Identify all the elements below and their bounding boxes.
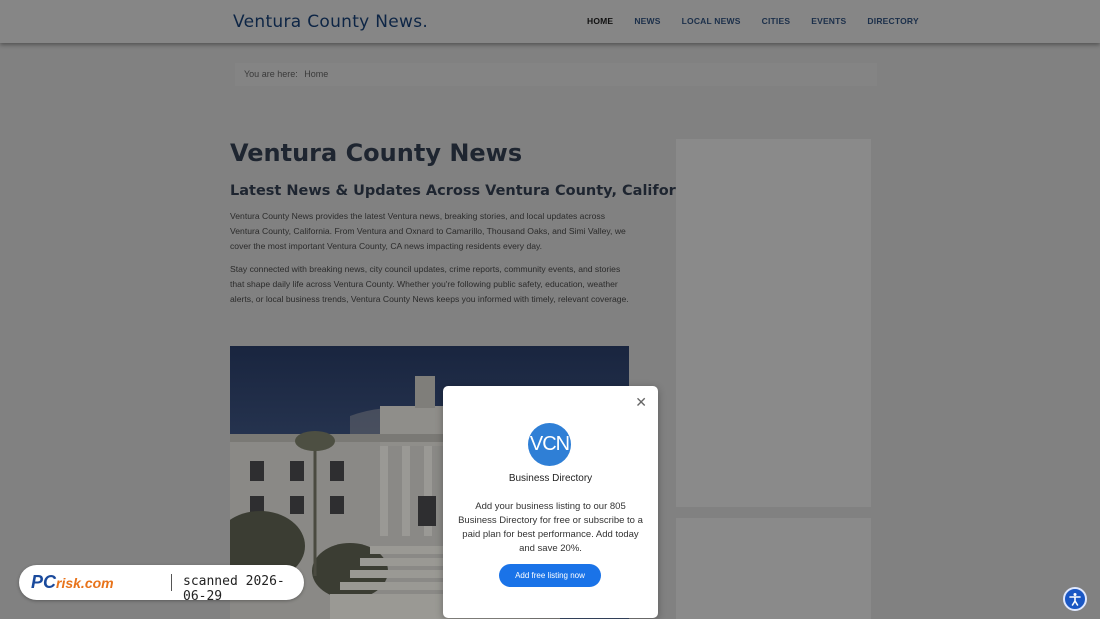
pcrisk-logo-suffix: risk.com	[56, 575, 114, 591]
page-subtitle: Latest News & Updates Across Ventura Cou…	[230, 183, 701, 199]
breadcrumb-home-link[interactable]: Home	[304, 69, 328, 79]
pcrisk-logo: PCrisk.com	[31, 572, 114, 593]
sidebar-ad-slot-top	[676, 139, 871, 507]
pcrisk-logo-brand: PC	[31, 572, 57, 592]
nav-news[interactable]: NEWS	[634, 16, 660, 26]
nav-cities[interactable]: CITIES	[762, 16, 791, 26]
intro-paragraph: Ventura County News provides the latest …	[230, 211, 626, 251]
nav-local-news[interactable]: LOCAL NEWS	[682, 16, 741, 26]
breadcrumb: You are here: Home	[235, 63, 877, 86]
second-paragraph: Stay connected with breaking news, city …	[230, 264, 629, 304]
business-directory-modal: ✕ VCN Business Directory Add your busine…	[443, 386, 658, 618]
page-title: Ventura County News	[230, 139, 523, 167]
nav-events[interactable]: EVENTS	[811, 16, 846, 26]
close-icon[interactable]: ✕	[635, 394, 647, 411]
vcn-logo: VCN	[528, 423, 571, 466]
sidebar-ad-slot-bottom	[676, 518, 871, 619]
breadcrumb-prefix: You are here:	[244, 69, 298, 79]
nav-directory[interactable]: DIRECTORY	[867, 16, 918, 26]
add-listing-button[interactable]: Add free listing now	[499, 564, 601, 587]
site-header: Ventura County News. HOME NEWS LOCAL NEW…	[0, 0, 1100, 43]
watermark-divider	[171, 574, 172, 591]
site-logo[interactable]: Ventura County News.	[233, 12, 428, 32]
main-nav: HOME NEWS LOCAL NEWS CITIES EVENTS DIREC…	[587, 16, 940, 26]
scan-date-text: scanned 2026-06-29	[183, 574, 285, 604]
modal-body-text: Add your business listing to our 805 Bus…	[458, 501, 643, 554]
accessibility-icon[interactable]	[1063, 587, 1087, 611]
pcrisk-watermark: PCrisk.com scanned 2026-06-29	[19, 565, 304, 604]
nav-home[interactable]: HOME	[587, 16, 613, 26]
modal-heading: Business Directory	[508, 473, 593, 484]
